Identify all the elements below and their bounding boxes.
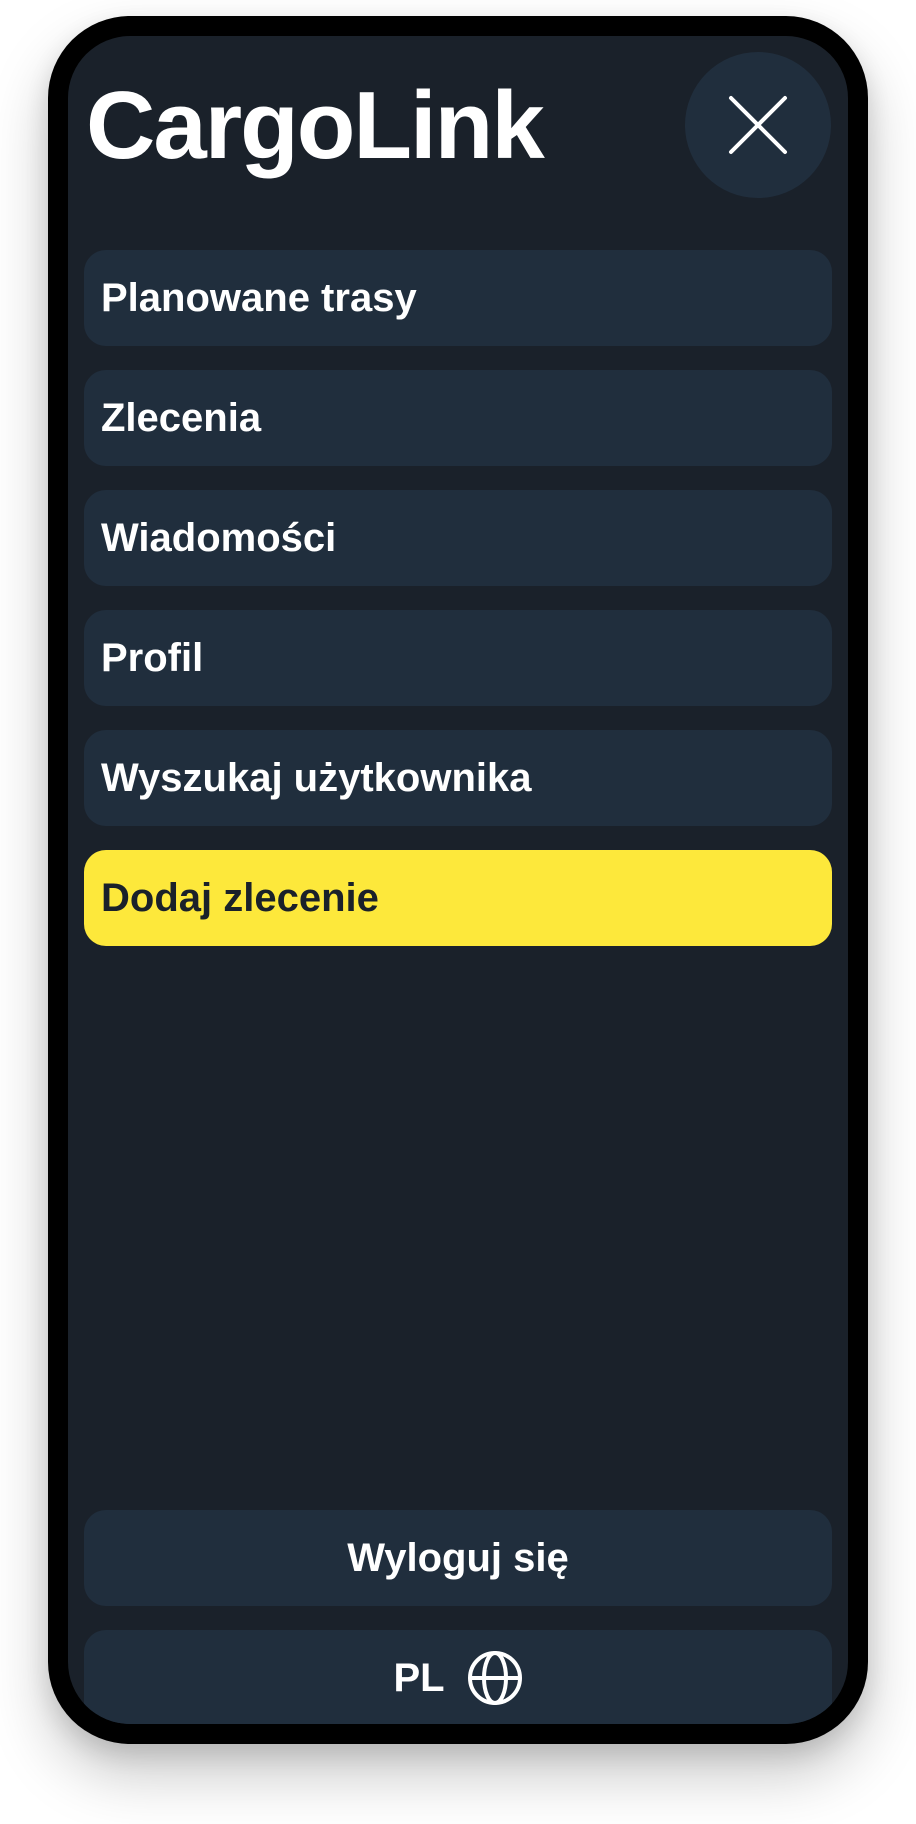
close-button[interactable] <box>685 52 831 198</box>
language-button[interactable]: PL <box>84 1630 832 1724</box>
menu-screen: CargoLink Planowane trasy Zlecenia Wiado… <box>68 36 848 1724</box>
menu-footer: Wyloguj się PL <box>84 1510 832 1724</box>
menu-item-messages[interactable]: Wiadomości <box>84 490 832 586</box>
close-icon <box>729 96 787 154</box>
globe-icon <box>467 1650 523 1706</box>
phone-frame: CargoLink Planowane trasy Zlecenia Wiado… <box>48 16 868 1744</box>
menu-item-orders[interactable]: Zlecenia <box>84 370 832 466</box>
menu-item-planned-routes[interactable]: Planowane trasy <box>84 250 832 346</box>
logout-button[interactable]: Wyloguj się <box>84 1510 832 1606</box>
header: CargoLink <box>68 36 848 236</box>
stage: CargoLink Planowane trasy Zlecenia Wiado… <box>0 0 916 1824</box>
menu-item-profile[interactable]: Profil <box>84 610 832 706</box>
app-title: CargoLink <box>86 72 545 179</box>
menu-item-search-user[interactable]: Wyszukaj użytkownika <box>84 730 832 826</box>
main-menu: Planowane trasy Zlecenia Wiadomości Prof… <box>84 250 832 970</box>
add-order-button[interactable]: Dodaj zlecenie <box>84 850 832 946</box>
language-label: PL <box>393 1655 445 1700</box>
